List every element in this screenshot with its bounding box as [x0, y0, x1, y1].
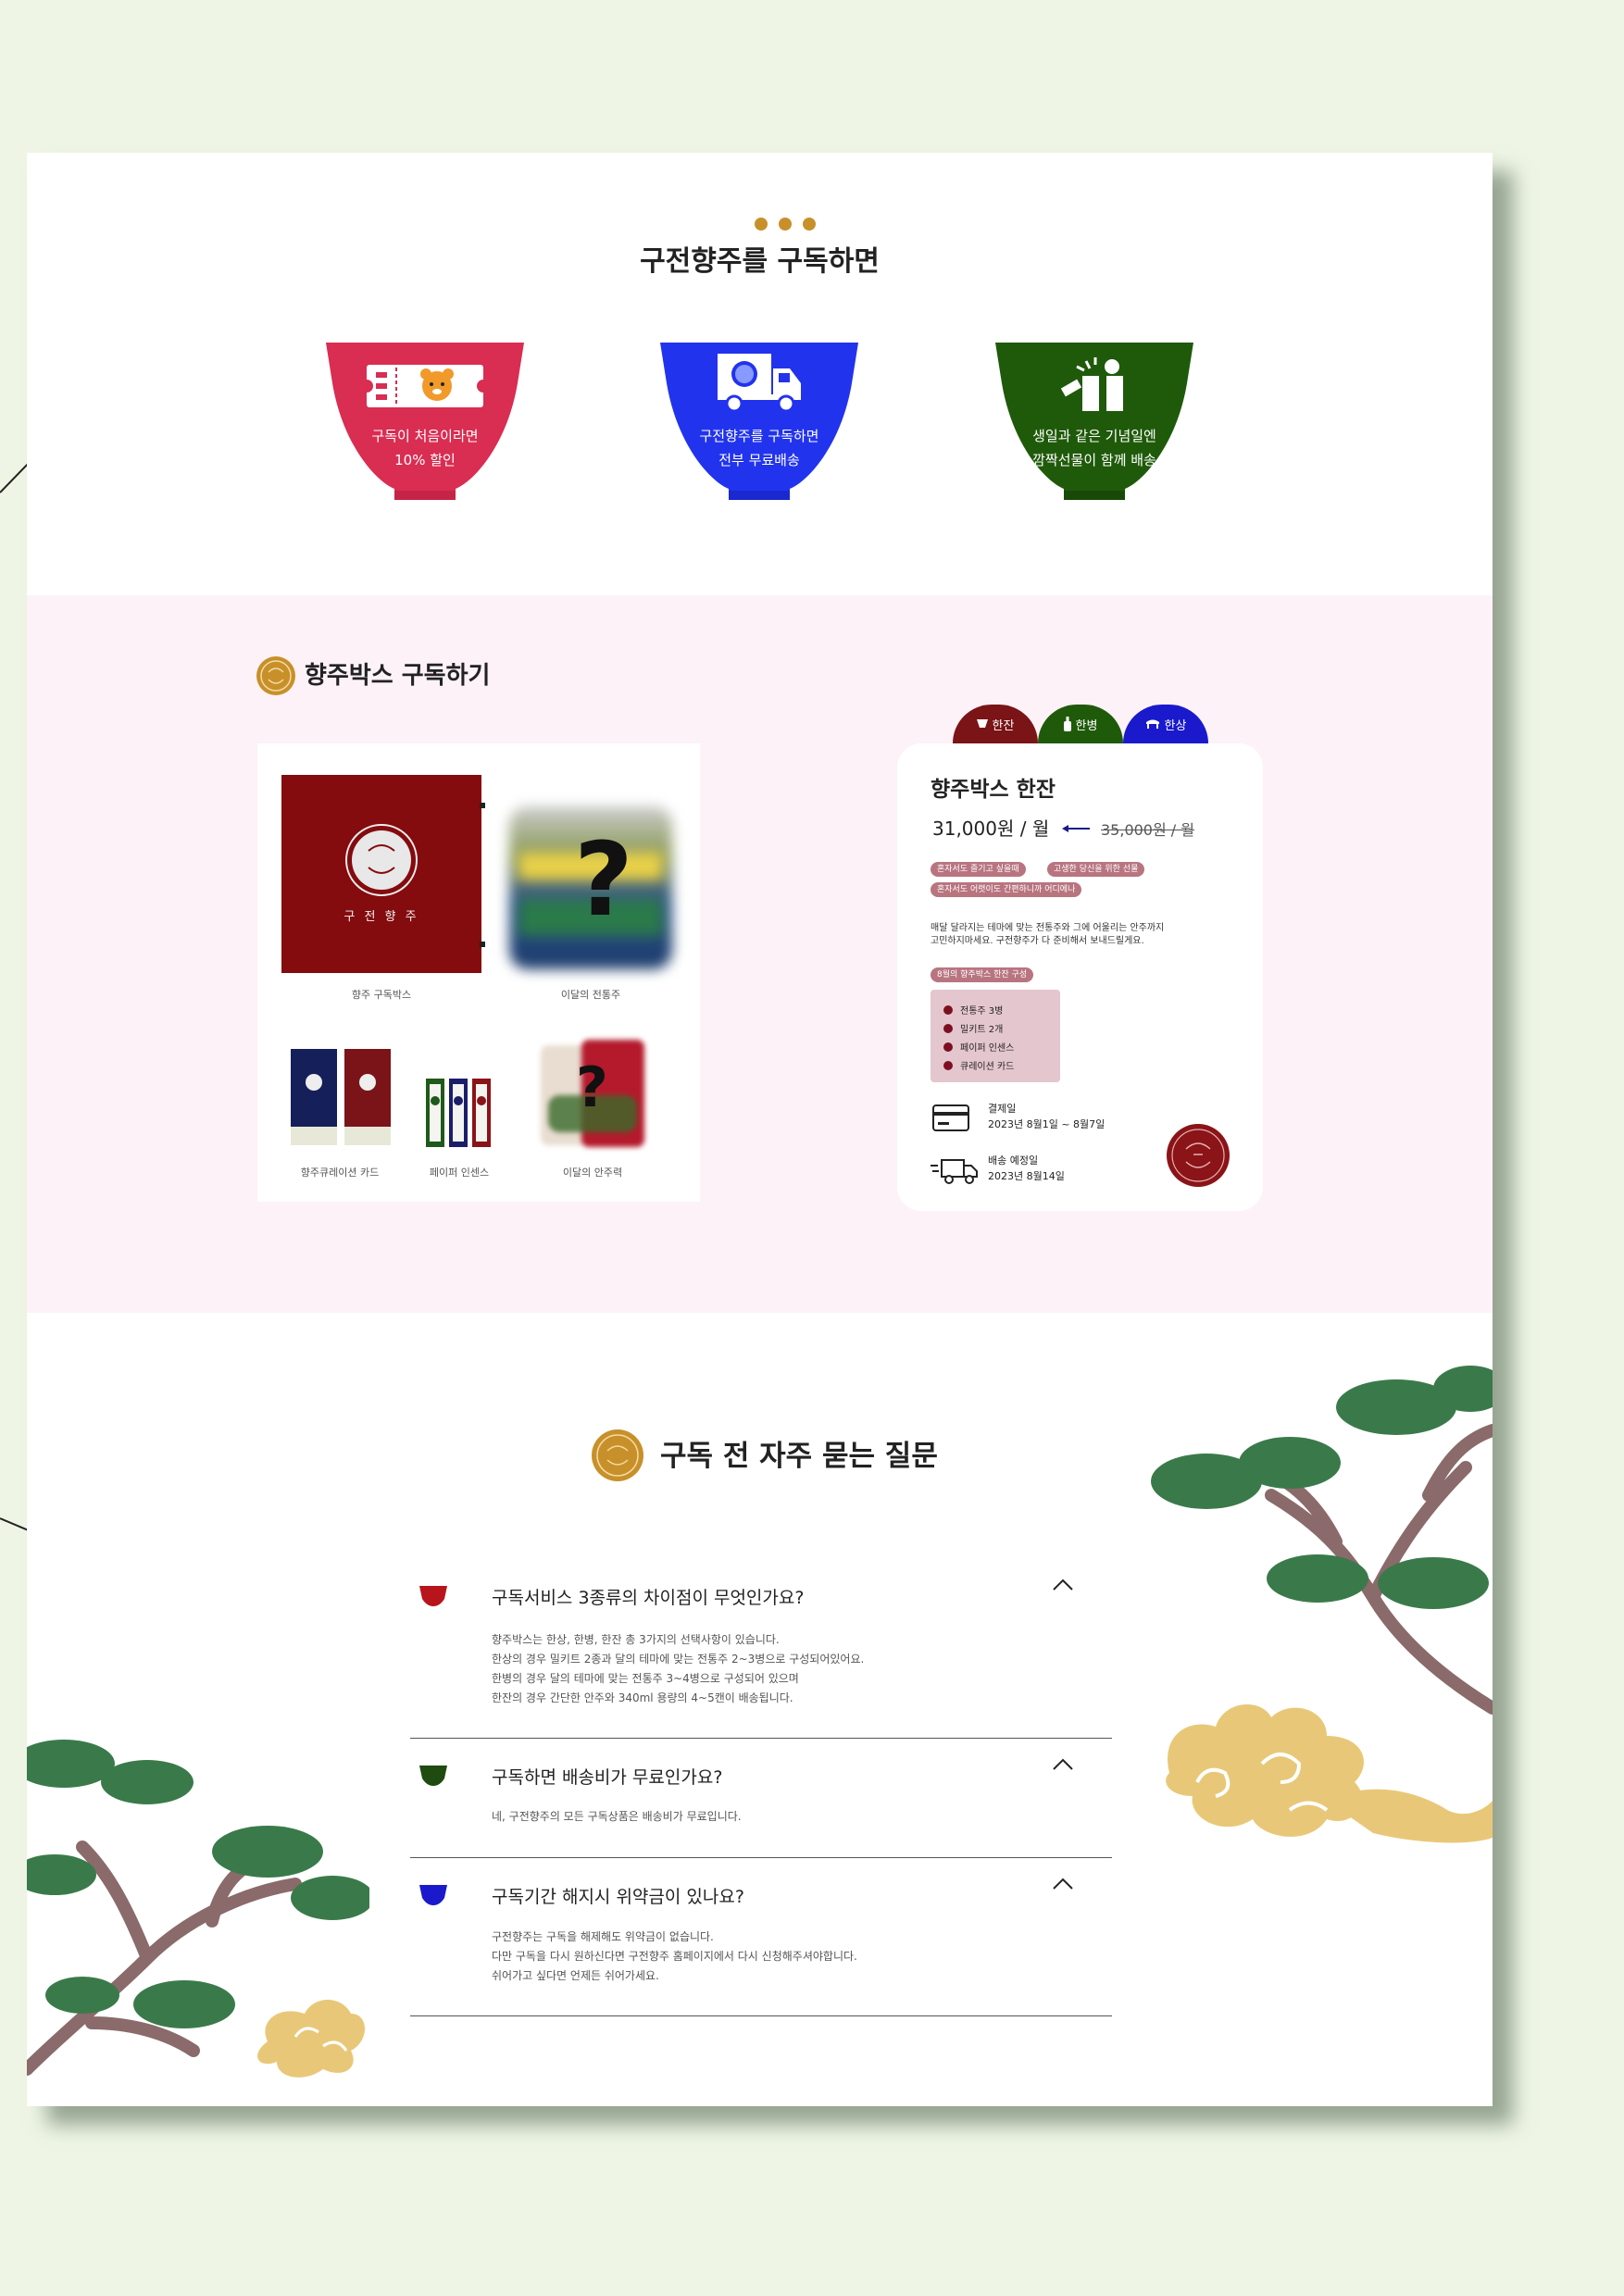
composition-title: 8월의 향주박스 한잔 구성 [931, 967, 1034, 982]
bottle-icon [1063, 717, 1071, 731]
faq-answer-line: 한상의 경우 밀키트 2종과 달의 테마에 맞는 전통주 2~3병으로 구성되어… [492, 1653, 865, 1666]
arrow-left-icon [1062, 825, 1090, 832]
benefit-discount-line2: 10% 할인 [394, 452, 456, 468]
shipping-label: 배송 예정일 [988, 1154, 1039, 1167]
faq-answer-line: 향주박스는 한상, 한병, 한잔 총 3가지의 선택사항이 있습니다. [492, 1633, 780, 1646]
payment-info: 결제일 2023년 8월1일 ~ 8월7일 [988, 1101, 1105, 1132]
pine-tree-right-decoration [1151, 1366, 1493, 1843]
composition-item: 큐레이션 카드 [943, 1058, 1014, 1072]
faq-divider [410, 1738, 1112, 1739]
benefit-discount: 구독이 처음이라면 10% 할인 [326, 343, 524, 500]
faq-answer-line: 다만 구독을 다시 원하신다면 구전향주 홈페이지에서 다시 신청해주셔야합니다… [492, 1950, 857, 1963]
faq-answer: 네, 구전향주의 모든 구독상품은 배송비가 무료입니다. [492, 1807, 742, 1827]
composition-item-label: 페이퍼 인센스 [960, 1043, 1015, 1054]
benefits-title: 구전향주를 구독하면 [640, 245, 880, 278]
brand-seal-icon [256, 656, 295, 695]
shipping-info: 배송 예정일 2023년 8월14일 [988, 1153, 1065, 1184]
faq-answer-line: 한병의 경우 달의 테마에 맞는 전통주 3~4병으로 구성되어 있으며 [492, 1672, 799, 1685]
composition-item-label: 큐레이션 카드 [960, 1062, 1015, 1072]
faq-answer-line: 네, 구전향주의 모든 구독상품은 배송비가 무료입니다. [492, 1810, 742, 1823]
coupon-icon [365, 365, 485, 407]
product-drinks-label: 이달의 전통주 [560, 989, 621, 1001]
faq-seal-icon [592, 1429, 643, 1481]
composition-item-label: 밀키트 2개 [960, 1025, 1004, 1035]
chevron-up-icon[interactable] [1052, 1878, 1074, 1890]
composition-item: 전통주 3병 [943, 1003, 1003, 1017]
curation-card-image [291, 1049, 391, 1145]
plan-price: 31,000원 / 월 [932, 817, 1050, 840]
plan-info-card: 향주박스 한잔 31,000원 / 월 35,000원 / 월 혼자서도 즐기고… [897, 743, 1263, 1211]
gift-icon [1060, 357, 1123, 411]
benefit-gift: 생일과 같은 기념일엔 깜짝선물이 함께 배송 [995, 343, 1193, 500]
faq-answer-line: 구전향주는 구독을 해제해도 위약금이 없습니다. [492, 1930, 714, 1943]
composition-item-label: 전통주 3병 [960, 1006, 1004, 1017]
subscription-box-image [281, 775, 485, 973]
chevron-up-icon[interactable] [1052, 1578, 1074, 1591]
tag-chip: 혼자서도 즐기고 싶을때 [931, 862, 1026, 877]
plan-old-price: 35,000원 / 월 [1101, 821, 1194, 839]
product-card-label: 향주큐레이션 카드 [300, 1167, 380, 1179]
faq-divider [410, 2015, 1112, 2016]
chevron-up-icon[interactable] [1052, 1758, 1074, 1771]
composition-list: 전통주 3병 밀키트 2개 페이퍼 인센스 큐레이션 카드 [931, 990, 1060, 1082]
paper-incense-image [426, 1079, 491, 1147]
tab-hanbyeong-label: 한병 [1075, 718, 1098, 733]
mystery-question-icon: ? [574, 820, 633, 939]
pine-tree-left-decoration [27, 1740, 369, 2078]
credit-card-icon [932, 1104, 969, 1131]
faq-answer-line: 쉬어가고 싶다면 언제든 쉬어가세요. [492, 1969, 659, 1982]
tab-hanbyeong[interactable]: 한병 [1038, 705, 1123, 743]
composition-item: 밀키트 2개 [943, 1021, 1003, 1035]
composition-item: 페이퍼 인센스 [943, 1040, 1014, 1054]
benefit-shipping: 구전향주를 구독하면 전부 무료배송 [660, 343, 858, 500]
faq-question: 구독서비스 3종류의 차이점이 무엇인가요? [492, 1588, 805, 1608]
benefit-gift-line2: 깜짝선물이 함께 배송 [1032, 452, 1156, 468]
subscribe-section: 향주박스 구독하기 구 전 향 주 향주 구독박스 ? 이달의 전통주 향주큐레… [27, 595, 1493, 1313]
faq-answer-line: 한잔의 경우 간단한 안주와 340ml 용량의 4~5캔이 배송됩니다. [492, 1691, 793, 1704]
tab-hansang-label: 한상 [1164, 718, 1187, 733]
mystery-question-icon-2: ? [576, 1055, 608, 1120]
faq-title: 구독 전 자주 묻는 질문 [660, 1440, 938, 1473]
benefit-shipping-line2: 전부 무료배송 [718, 452, 800, 468]
benefit-shipping-line1: 구전향주를 구독하면 [699, 428, 819, 444]
page-card: 구전향주를 구독하면 구독이 처음이라면 10% 할인 구전향주를 구독하면 전… [27, 153, 1493, 2106]
delivery-icon [931, 1159, 978, 1184]
table-icon [1145, 719, 1159, 729]
benefit-discount-line1: 구독이 처음이라면 [371, 428, 479, 444]
plan-desc-line: 매달 달라지는 테마에 맞는 전통주와 그에 어울리는 안주까지 [931, 923, 1165, 933]
shipping-date: 2023년 8월14일 [988, 1170, 1065, 1182]
blue-bowl-icon [419, 1885, 447, 1905]
product-snacks-label: 이달의 안주력 [562, 1167, 623, 1179]
green-bowl-icon [419, 1766, 447, 1786]
brand-stamp-icon [1167, 1124, 1230, 1187]
subscribe-title: 향주박스 구독하기 [305, 662, 491, 690]
delivery-truck-icon [718, 354, 801, 413]
product-box-label: 향주 구독박스 [351, 989, 412, 1001]
tag-chip: 혼자서도 어렷이도 간편하니까 어디에나 [931, 882, 1082, 897]
tag-chip: 고생한 당신을 위한 선물 [1047, 862, 1145, 877]
plan-description: 매달 달라지는 테마에 맞는 전통주와 그에 어울리는 안주까지 고민하지마세요… [931, 922, 1164, 948]
benefit-gift-line1: 생일과 같은 기념일엔 [1032, 428, 1156, 444]
tab-hansang[interactable]: 한상 [1123, 705, 1208, 743]
faq-answer: 구전향주는 구독을 해제해도 위약금이 없습니다. 다만 구독을 다시 원하신다… [492, 1928, 857, 1986]
tab-hanjan-label: 한잔 [992, 718, 1015, 733]
faq-question: 구독기간 해지시 위약금이 있나요? [492, 1887, 744, 1907]
tab-hanjan[interactable]: 한잔 [953, 705, 1038, 743]
product-paper-label: 페이퍼 인센스 [429, 1167, 490, 1179]
faq-question: 구독하면 배송비가 무료인가요? [492, 1767, 723, 1788]
red-bowl-icon [419, 1586, 447, 1606]
payment-date: 2023년 8월1일 ~ 8월7일 [988, 1118, 1106, 1130]
faq-divider [410, 1857, 1112, 1858]
products-panel: 구 전 향 주 향주 구독박스 ? 이달의 전통주 향주큐레이션 카드 페이퍼 … [257, 743, 700, 1202]
plan-name: 향주박스 한잔 [931, 778, 1056, 802]
box-brand-text: 구 전 향 주 [344, 910, 419, 924]
payment-label: 결제일 [988, 1103, 1017, 1115]
title-dots [755, 218, 816, 231]
cup-icon [976, 719, 988, 728]
plan-desc-line: 고민하지마세요. 구전향주가 다 준비해서 보내드릴게요. [931, 936, 1144, 946]
faq-answer: 향주박스는 한상, 한병, 한잔 총 3가지의 선택사항이 있습니다. 한상의 … [492, 1630, 864, 1708]
